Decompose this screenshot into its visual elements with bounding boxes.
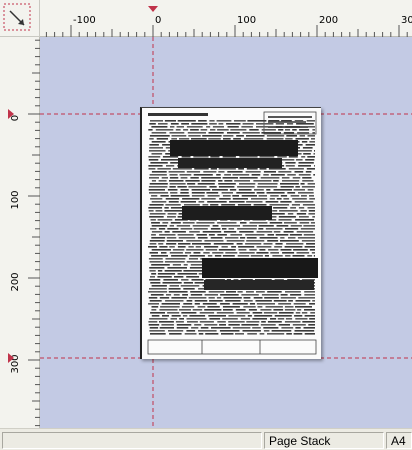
document-page[interactable] (140, 107, 321, 359)
status-mode: Page Stack (264, 432, 384, 449)
ruler-label: 100 (237, 15, 256, 26)
page-canvas[interactable] (40, 37, 412, 428)
ruler-label: 200 (10, 272, 21, 291)
horizontal-ruler-scale: -100 0 100 200 300 (45, 15, 412, 37)
status-bar: Page Stack A4 (0, 428, 412, 450)
ruler-label: 300 (401, 15, 412, 26)
ruler-corner[interactable] (0, 0, 40, 37)
vertical-ruler[interactable]: 0 100 200 300 (0, 37, 40, 428)
arrow-diagonal-icon (3, 3, 31, 31)
status-cell-blank (2, 432, 262, 449)
ruler-label: 0 (155, 15, 161, 26)
scanned-document-image (147, 111, 318, 355)
status-paper-size: A4 (386, 432, 412, 449)
ruler-label: 0 (10, 115, 21, 121)
ruler-label: 200 (319, 15, 338, 26)
horizontal-ruler[interactable]: -100 0 100 200 300 (40, 0, 412, 37)
ruler-label: 300 (10, 354, 21, 373)
ruler-label: 100 (10, 190, 21, 209)
ruler-label: -100 (73, 15, 96, 26)
vertical-ruler-scale: 0 100 200 300 (10, 39, 40, 427)
